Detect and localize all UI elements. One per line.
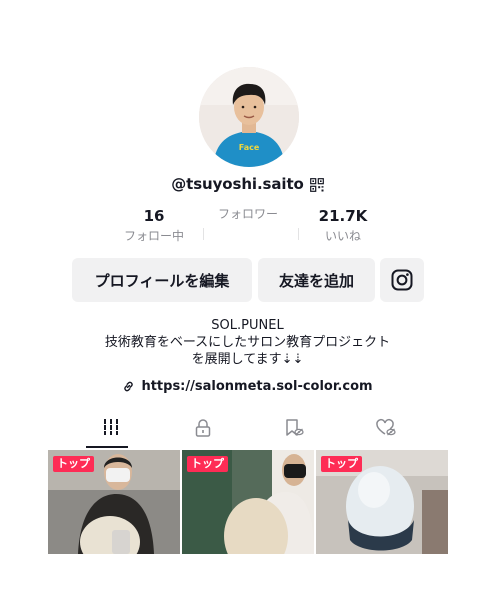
- video-thumbnail[interactable]: トップ: [48, 450, 180, 554]
- active-tab-indicator: [86, 446, 128, 448]
- bio-line-2: を展開してます⇣⇣: [191, 352, 304, 367]
- following-label: フォロー中: [123, 229, 184, 243]
- video-thumbnail[interactable]: トップ: [316, 450, 448, 554]
- bio: SOL.PUNEL 技術教育をベースにしたサロン教育プロジェクト を展開してます…: [0, 317, 495, 368]
- tab-saved[interactable]: [244, 412, 344, 450]
- stat-divider: [298, 228, 299, 240]
- shirt-print: Face: [239, 143, 260, 152]
- top-badge: トップ: [53, 456, 94, 472]
- followers-label: フォロワー: [217, 207, 278, 221]
- qr-code-icon[interactable]: [309, 177, 324, 192]
- lock-icon: [195, 419, 211, 437]
- bio-name: SOL.PUNEL: [211, 318, 284, 333]
- video-grid: トップ トップ トップ: [48, 450, 448, 554]
- profile-stats: 16 フォロー中 フォロワー 21.7K いいね: [0, 205, 495, 245]
- stat-likes[interactable]: 21.7K いいね: [288, 205, 398, 245]
- bio-line-1: 技術教育をベースにしたサロン教育プロジェクト: [104, 335, 391, 350]
- link-icon: [124, 381, 134, 391]
- likes-count: 21.7K: [318, 207, 368, 225]
- grid-icon: [104, 419, 118, 435]
- edit-profile-button[interactable]: プロフィールを編集: [72, 258, 252, 302]
- content-tabs: [48, 412, 448, 450]
- hidden-bookmark-icon: [286, 419, 304, 436]
- avatar-photo: Face: [199, 67, 299, 167]
- bio-link[interactable]: https://salonmeta.sol-color.com: [0, 376, 495, 396]
- bio-link-url[interactable]: https://salonmeta.sol-color.com: [141, 379, 372, 394]
- tab-private[interactable]: [153, 412, 253, 450]
- add-friend-button[interactable]: 友達を追加: [258, 258, 375, 302]
- instagram-button[interactable]: [380, 258, 424, 302]
- video-thumbnail[interactable]: トップ: [182, 450, 314, 554]
- tab-videos[interactable]: [61, 412, 161, 450]
- likes-label: いいね: [324, 229, 361, 243]
- top-badge: トップ: [187, 456, 228, 472]
- hidden-heart-icon: [376, 419, 396, 436]
- stat-divider: [203, 228, 204, 240]
- username: @tsuyoshi.saito: [171, 175, 304, 193]
- top-badge: トップ: [321, 456, 362, 472]
- instagram-icon: [391, 269, 413, 291]
- tab-liked[interactable]: [336, 412, 436, 450]
- avatar[interactable]: Face: [199, 67, 299, 167]
- username-row: @tsuyoshi.saito: [0, 172, 495, 196]
- stat-followers[interactable]: フォロワー: [193, 205, 303, 223]
